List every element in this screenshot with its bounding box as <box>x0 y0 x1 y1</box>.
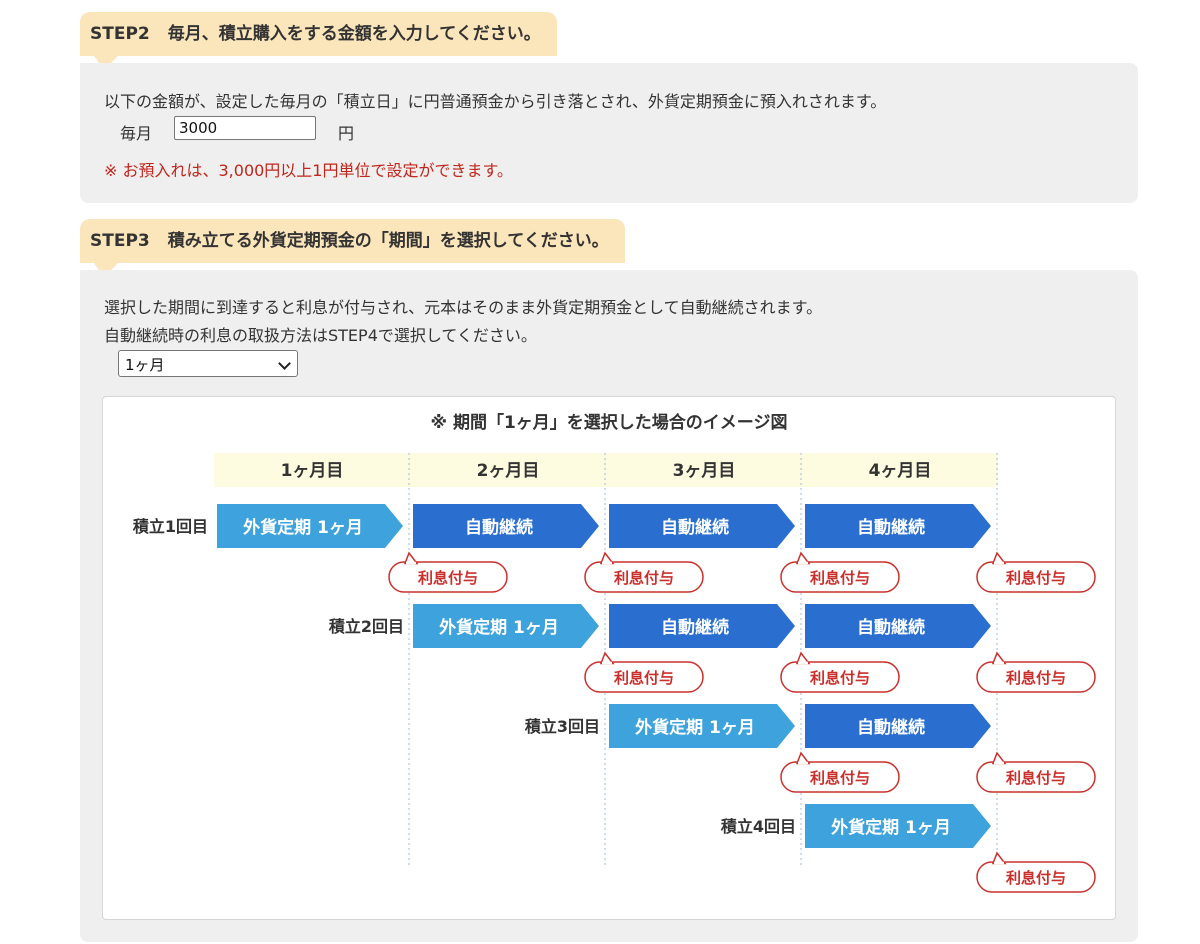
interest-label: 利息付与 <box>1006 769 1066 787</box>
row-label: 積立2回目 <box>328 617 404 636</box>
step3-description-line2: 自動継続時の利息の取扱方法はSTEP4で選択してください。 <box>104 326 537 345</box>
month-header-2: 2ヶ月目 <box>477 461 540 481</box>
step2-header: STEP2 毎月、積立購入をする金額を入力してください。 <box>80 12 557 70</box>
auto-renew-block-label: 自動継続 <box>857 717 925 738</box>
auto-renew-block-label: 自動継続 <box>857 517 925 538</box>
auto-renew-block-label: 自動継続 <box>661 617 729 638</box>
interest-label: 利息付与 <box>1006 869 1066 887</box>
chevron-down-icon <box>278 357 291 370</box>
step2-title: 毎月、積立購入をする金額を入力してください。 <box>167 24 541 44</box>
step3-header: STEP3 積み立てる外貨定期預金の「期間」を選択してください。 <box>80 219 625 277</box>
monthly-amount-input[interactable] <box>174 116 316 140</box>
period-select[interactable]: 1ヶ月 <box>118 350 298 377</box>
month-header-1: 1ヶ月目 <box>281 461 344 481</box>
step3-label: STEP3 <box>90 231 150 251</box>
amount-note: ※ お預入れは、3,000円以上1円単位で設定ができます。 <box>104 161 513 180</box>
interest-label: 利息付与 <box>418 569 478 587</box>
interest-label: 利息付与 <box>614 569 674 587</box>
period-image-diagram: ※ 期間「1ヶ月」を選択した場合のイメージ図 1ヶ月目 2ヶ月目 3ヶ月目 4ヶ月目積立… <box>102 396 1116 920</box>
interest-label: 利息付与 <box>810 669 870 687</box>
interest-label: 利息付与 <box>1006 669 1066 687</box>
yen-unit-label: 円 <box>338 124 355 143</box>
row-label: 積立4回目 <box>720 817 796 836</box>
auto-renew-block-label: 自動継続 <box>661 517 729 538</box>
deposit-block-label: 外貨定期 1ヶ月 <box>243 517 363 538</box>
deposit-block-label: 外貨定期 1ヶ月 <box>831 817 951 838</box>
deposit-block-label: 外貨定期 1ヶ月 <box>635 717 755 738</box>
monthly-label: 毎月 <box>120 124 153 143</box>
row-label: 積立1回目 <box>132 517 208 536</box>
step3-title: 積み立てる外貨定期預金の「期間」を選択してください。 <box>167 231 609 251</box>
period-select-value: 1ヶ月 <box>125 356 165 374</box>
interest-label: 利息付与 <box>810 569 870 587</box>
interest-label: 利息付与 <box>810 769 870 787</box>
diagram-svg: ※ 期間「1ヶ月」を選択した場合のイメージ図 1ヶ月目 2ヶ月目 3ヶ月目 4ヶ月目積立… <box>132 412 1096 893</box>
auto-renew-block-label: 自動継続 <box>465 517 533 538</box>
deposit-block-label: 外貨定期 1ヶ月 <box>439 617 559 638</box>
month-header-3: 3ヶ月目 <box>673 461 736 481</box>
diagram-caption: ※ 期間「1ヶ月」を選択した場合のイメージ図 <box>431 412 788 433</box>
auto-renew-block-label: 自動継続 <box>857 617 925 638</box>
step2-label: STEP2 <box>90 24 150 44</box>
step2-description: 以下の金額が、設定した毎月の「積立日」に円普通預金から引き落とされ、外貨定期預金… <box>104 92 887 111</box>
interest-label: 利息付与 <box>614 669 674 687</box>
month-header-4: 4ヶ月目 <box>869 461 932 481</box>
step3-description-line1: 選択した期間に到達すると利息が付与され、元本はそのまま外貨定期預金として自動継続… <box>104 298 823 317</box>
interest-label: 利息付与 <box>1006 569 1066 587</box>
row-label: 積立3回目 <box>524 717 600 736</box>
